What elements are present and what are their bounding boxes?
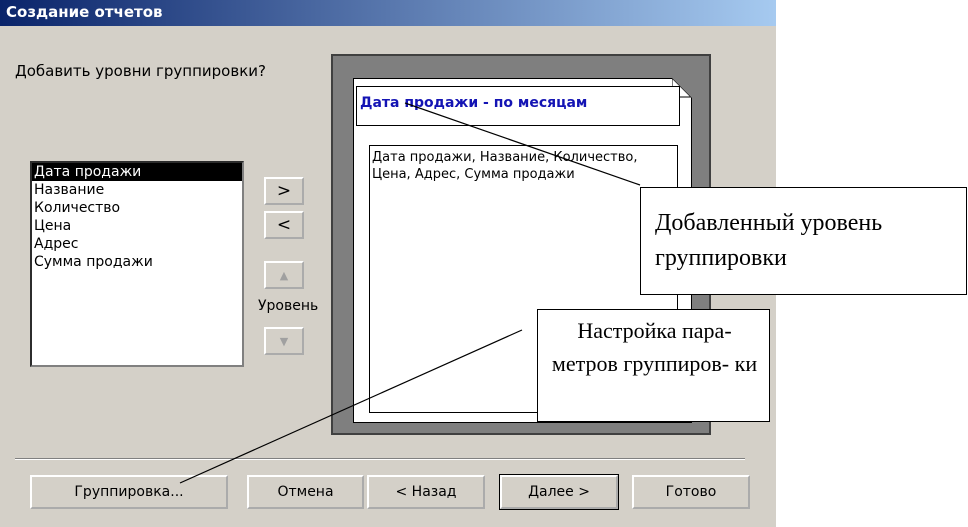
callout-pointer-added-level — [404, 102, 641, 186]
callout-grouping-settings: Настройка пара- метров группиров- ки — [537, 309, 770, 422]
callout-pointer-grouping — [179, 329, 523, 484]
callout-added-level-text: Добавленный уровень группировки — [655, 210, 883, 271]
callout-added-level: Добавленный уровень группировки — [640, 187, 967, 295]
callout-grouping-settings-text: Настройка пара- метров группиров- ки — [551, 318, 758, 376]
